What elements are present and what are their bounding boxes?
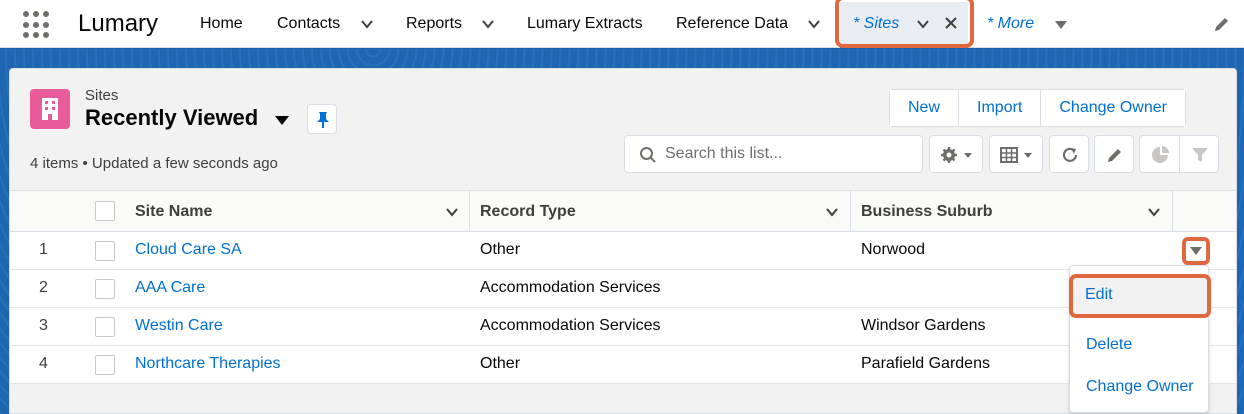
table-row: 4 Northcare Therapies Other Parafield Ga… (10, 346, 1236, 384)
table-row: 2 AAA Care Accommodation Services (10, 270, 1236, 308)
app-launcher-icon[interactable] (23, 11, 51, 39)
highlight-outline (835, 0, 974, 48)
menu-item-change-owner[interactable]: Change Owner (1086, 378, 1194, 396)
menu-item-delete[interactable]: Delete (1086, 336, 1132, 354)
column-header-business-suburb[interactable]: Business Suburb (861, 203, 993, 221)
business-suburb-cell: Windsor Gardens (861, 317, 986, 334)
pencil-icon (1108, 149, 1121, 162)
list-view-picker-icon[interactable] (274, 114, 290, 126)
column-header-site-name[interactable]: Site Name (135, 203, 212, 221)
business-suburb-cell: Norwood (861, 241, 926, 258)
list-action-buttons: New Import Change Owner (889, 89, 1186, 127)
caret-down-icon[interactable] (1054, 18, 1068, 32)
chevron-down-icon[interactable] (360, 17, 374, 31)
refresh-button[interactable] (1049, 135, 1089, 173)
chevron-down-icon[interactable] (1147, 205, 1161, 219)
row-number: 2 (39, 279, 48, 296)
global-nav-bar: Lumary Home Contacts Reports Lumary Extr… (0, 0, 1244, 48)
column-header-record-type[interactable]: Record Type (480, 203, 576, 221)
row-checkbox[interactable] (95, 317, 115, 337)
table-row: 3 Westin Care Accommodation Services Win… (10, 308, 1236, 346)
inline-edit-button[interactable] (1094, 135, 1134, 173)
pin-icon (317, 112, 329, 128)
import-button[interactable]: Import (959, 90, 1042, 126)
chevron-down-icon[interactable] (445, 205, 459, 219)
record-type-cell: Accommodation Services (480, 279, 661, 296)
nav-item-more[interactable]: * More (987, 15, 1034, 33)
button-divider (1179, 136, 1180, 172)
record-type-cell: Other (480, 241, 521, 258)
row-number: 4 (39, 355, 48, 372)
table-header: Site Name Record Type Business Suburb (10, 190, 1236, 232)
business-suburb-cell: Parafield Gardens (861, 355, 990, 372)
chevron-down-icon[interactable] (825, 205, 839, 219)
site-name-link[interactable]: Westin Care (135, 317, 223, 335)
nav-item-home[interactable]: Home (200, 15, 243, 33)
select-all-checkbox[interactable] (95, 201, 115, 221)
menu-item-edit-highlight[interactable]: Edit (1069, 274, 1211, 318)
list-meta-status: 4 items • Updated a few seconds ago (30, 155, 278, 172)
search-input[interactable]: Search this list... (624, 135, 923, 173)
list-settings-button[interactable] (929, 135, 983, 173)
record-type-cell: Other (480, 355, 521, 372)
caret-down-icon (1190, 247, 1202, 255)
chart-filter-group (1139, 135, 1219, 173)
new-button[interactable]: New (890, 90, 960, 126)
nav-item-contacts[interactable]: Contacts (277, 15, 340, 33)
nav-item-reference-data[interactable]: Reference Data (676, 15, 788, 33)
list-table: Site Name Record Type Business Suburb 1 … (10, 190, 1236, 384)
sites-object-icon (30, 89, 70, 129)
table-row: 1 Cloud Care SA Other Norwood (10, 232, 1236, 270)
table-view-icon (1000, 147, 1032, 163)
row-checkbox[interactable] (95, 355, 115, 375)
change-owner-button[interactable]: Change Owner (1041, 90, 1185, 126)
site-name-link[interactable]: Cloud Care SA (135, 241, 242, 259)
record-type-cell: Accommodation Services (480, 317, 661, 334)
menu-item-edit[interactable]: Edit (1085, 286, 1113, 304)
row-checkbox[interactable] (95, 241, 115, 261)
row-checkbox[interactable] (95, 279, 115, 299)
search-icon (640, 147, 656, 163)
pin-list-button[interactable] (307, 104, 337, 134)
column-divider (850, 191, 851, 232)
search-placeholder: Search this list... (665, 145, 783, 162)
filter-icon[interactable] (1191, 146, 1209, 164)
list-view-name[interactable]: Recently Viewed (85, 105, 258, 131)
column-divider (469, 191, 470, 232)
nav-item-reports[interactable]: Reports (406, 15, 462, 33)
row-number: 3 (39, 317, 48, 334)
column-divider (1172, 191, 1173, 232)
edit-nav-icon[interactable] (1213, 15, 1231, 33)
chevron-down-icon[interactable] (807, 17, 821, 31)
gear-icon (941, 147, 972, 163)
nav-item-lumary-extracts[interactable]: Lumary Extracts (527, 15, 643, 33)
display-as-button[interactable] (989, 135, 1043, 173)
site-name-link[interactable]: Northcare Therapies (135, 355, 281, 373)
chevron-down-icon[interactable] (481, 17, 495, 31)
site-name-link[interactable]: AAA Care (135, 279, 205, 297)
row-actions-button[interactable] (1182, 237, 1210, 265)
object-label: Sites (85, 87, 119, 104)
list-view-card: Sites Recently Viewed 4 items • Updated … (9, 68, 1237, 414)
app-name: Lumary (78, 10, 159, 37)
chart-icon[interactable] (1151, 146, 1169, 164)
row-number: 1 (39, 241, 48, 258)
refresh-icon (1062, 147, 1078, 162)
